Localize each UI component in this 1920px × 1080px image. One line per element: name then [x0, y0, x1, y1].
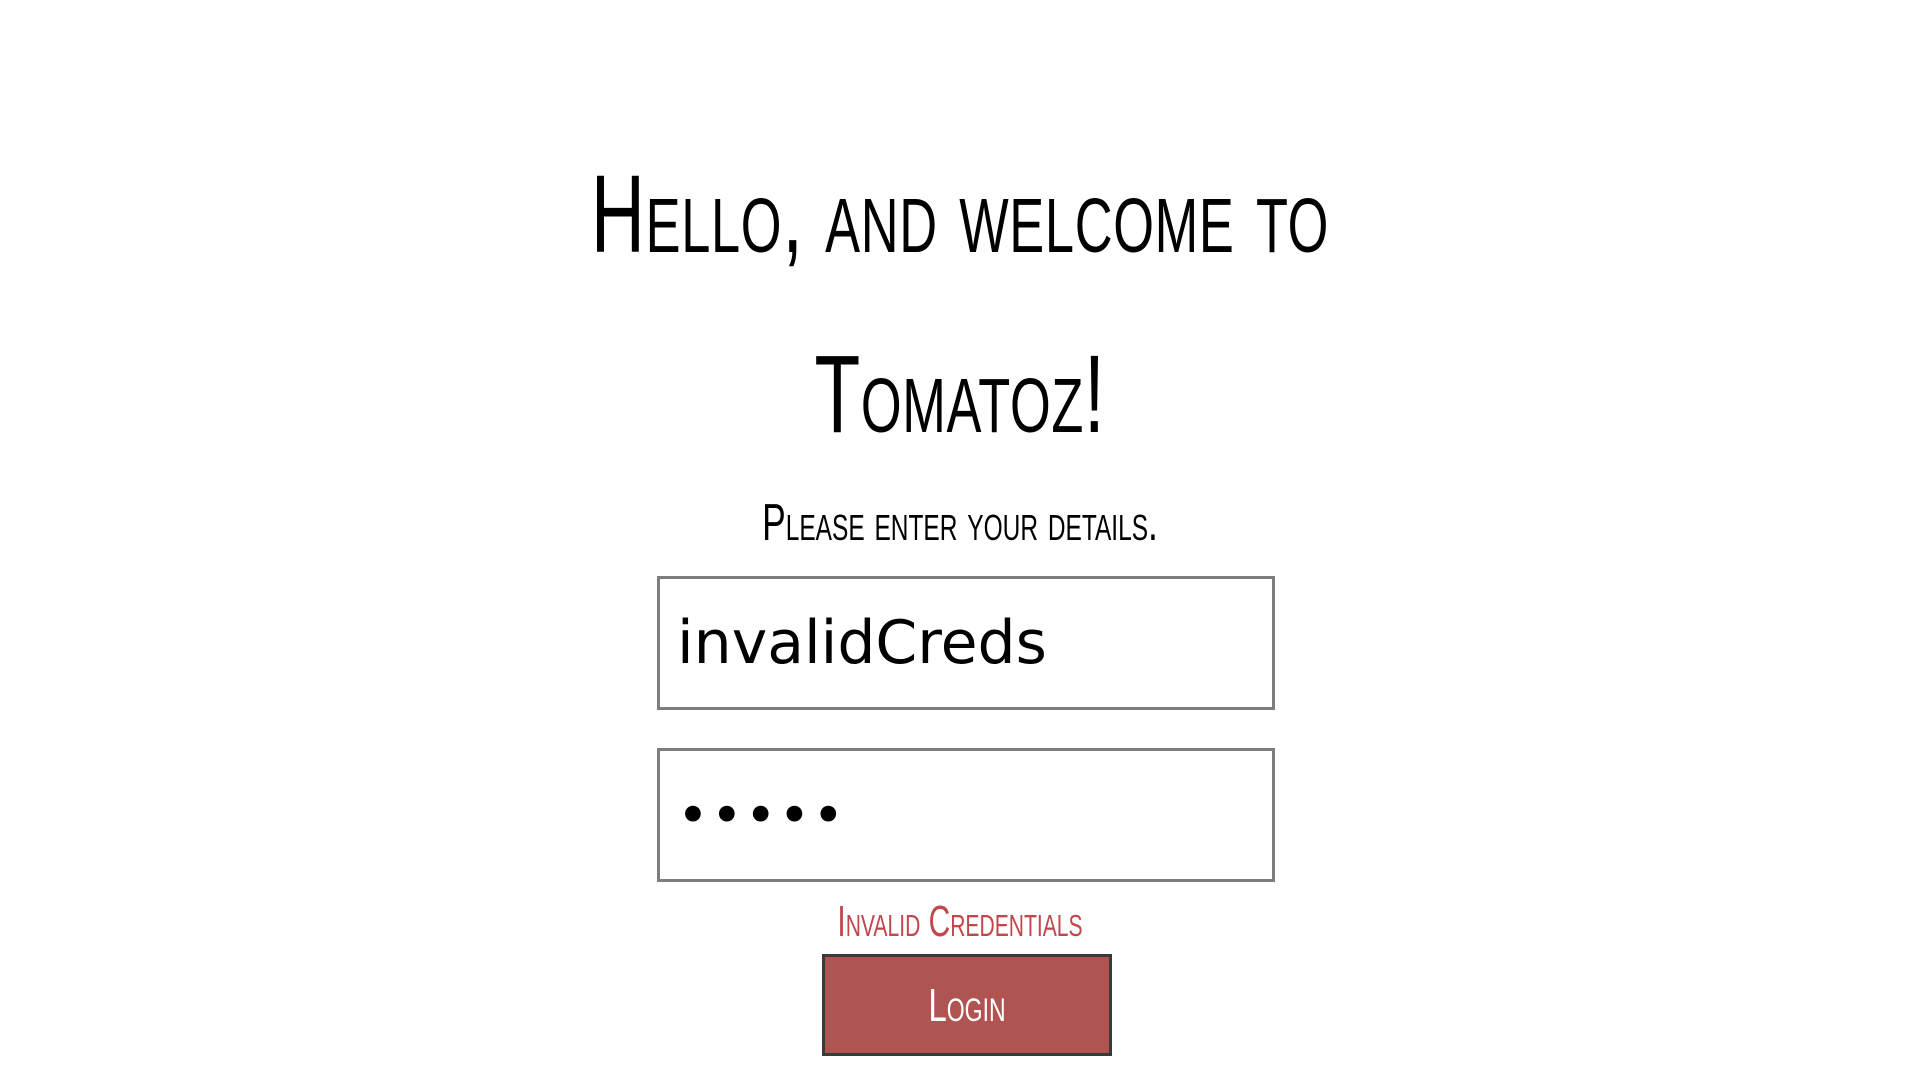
form-subtitle: Please enter your details. — [762, 494, 1158, 552]
login-button-label: Login — [928, 979, 1006, 1031]
error-message: Invalid Credentials — [837, 897, 1083, 946]
welcome-line-2: Tomatoz! — [814, 333, 1106, 456]
welcome-heading: Hello, and welcome to Tomatoz! — [307, 125, 1613, 485]
login-button[interactable]: Login — [822, 954, 1112, 1056]
login-page: Hello, and welcome to Tomatoz! Please en… — [0, 0, 1920, 1080]
welcome-line-1: Hello, and welcome to — [590, 153, 1330, 276]
password-input[interactable] — [657, 748, 1275, 882]
username-input[interactable] — [657, 576, 1275, 710]
